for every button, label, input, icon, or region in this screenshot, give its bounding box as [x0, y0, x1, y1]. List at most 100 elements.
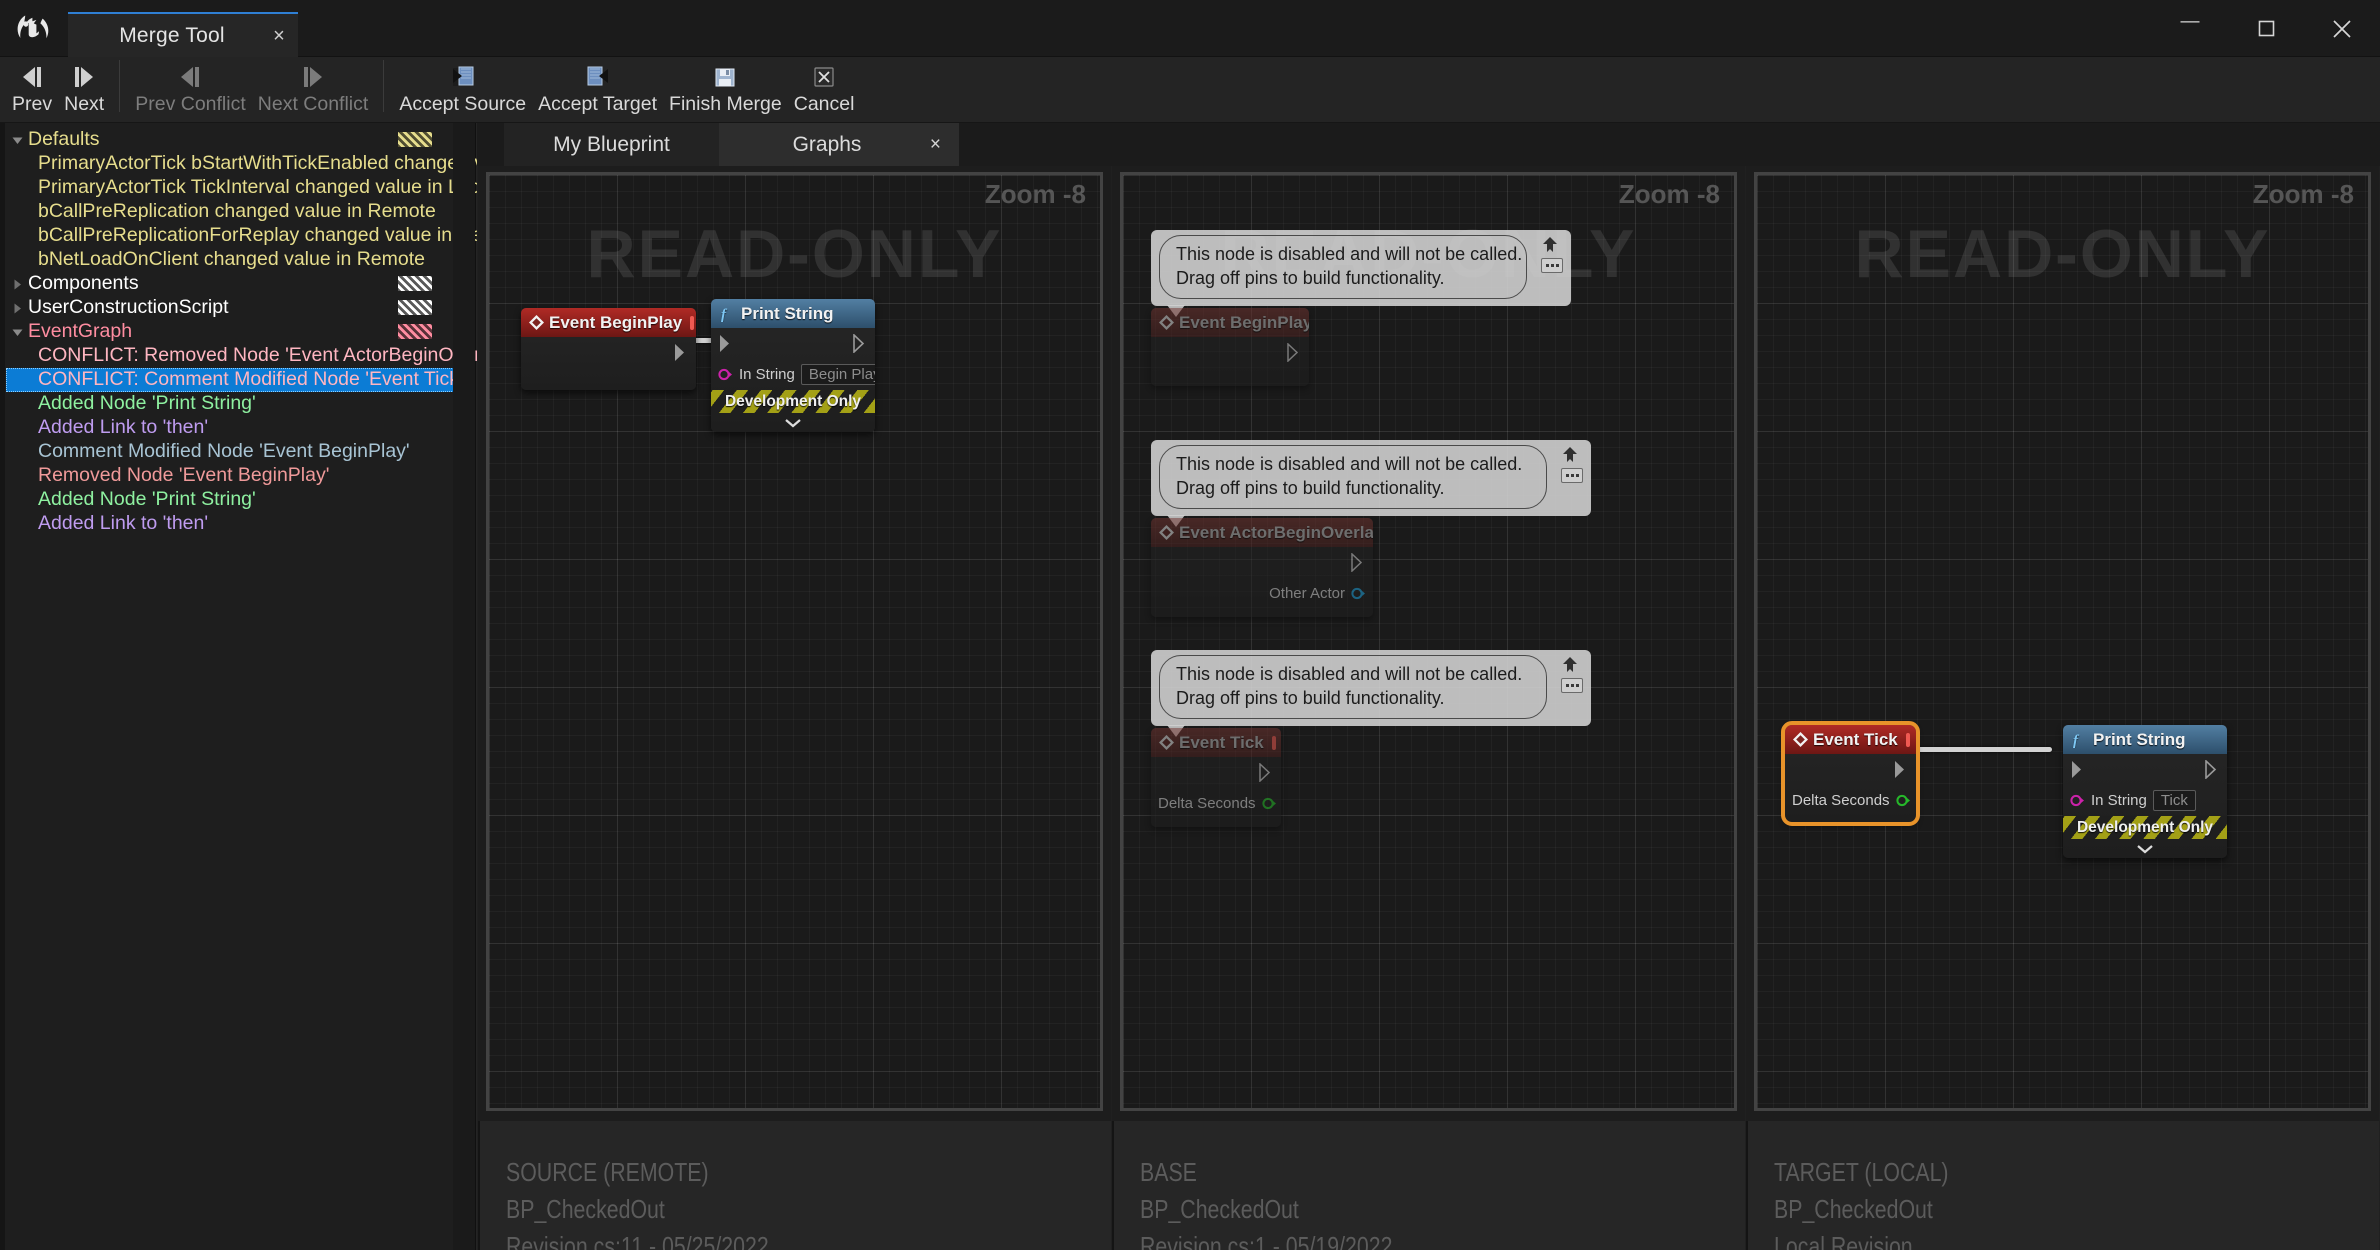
tree-row[interactable]: Defaults — [6, 128, 454, 152]
minimize-button[interactable]: — — [2152, 0, 2228, 50]
tree-row[interactable]: Added Link to 'then' — [6, 416, 454, 440]
tree-row[interactable]: Comment Modified Node 'Event BeginPlay' — [6, 440, 454, 464]
tree-row[interactable]: Added Node 'Print String' — [6, 392, 454, 416]
event-diamond-icon — [1792, 731, 1809, 748]
node-print-string[interactable]: f Print String — [2063, 725, 2227, 858]
prev-conflict-button[interactable]: Prev Conflict — [129, 57, 252, 123]
float-pin-icon[interactable] — [1261, 797, 1277, 810]
tab-my-blueprint[interactable]: My Blueprint — [504, 123, 719, 166]
pane-revision-label: Revision cs:11 - 05/25/2022 — [506, 1231, 769, 1250]
float-pin-icon[interactable] — [1895, 794, 1911, 807]
in-string-input[interactable]: Tick — [2152, 790, 2196, 811]
tree-row[interactable]: EventGraph — [6, 320, 454, 344]
tree-row-label: Added Node 'Print String' — [38, 392, 256, 415]
tree-scrollbar[interactable] — [453, 123, 475, 1250]
accept-source-button[interactable]: Accept Source — [393, 57, 532, 123]
node-print-string[interactable]: f Print String — [711, 299, 875, 432]
pin-bubble-icon[interactable] — [1557, 655, 1583, 675]
tree-row[interactable]: Added Node 'Print String' — [6, 488, 454, 512]
object-pin-icon[interactable] — [1351, 587, 1366, 600]
graph-canvas-source[interactable]: READ-ONLY Zoom -8 Event BeginPlay — [486, 172, 1103, 1111]
exec-out-pin[interactable] — [1893, 760, 1909, 779]
event-breakpoint-badge[interactable] — [690, 315, 695, 330]
graph-pane-source[interactable]: READ-ONLY Zoom -8 Event BeginPlay — [478, 166, 1111, 1121]
function-f-icon: f — [718, 305, 737, 322]
string-pin-icon[interactable] — [718, 368, 733, 381]
close-icon[interactable]: × — [260, 26, 298, 46]
tree-row[interactable]: bNetLoadOnClient changed value in Remote — [6, 248, 454, 272]
event-breakpoint-badge[interactable] — [1271, 735, 1276, 750]
other-actor-pin-group: Other Actor — [1269, 585, 1366, 602]
exec-out-pin[interactable] — [1258, 763, 1274, 782]
bubble-resize-handle-icon[interactable] — [1541, 258, 1563, 273]
node-title: Event BeginPlay — [549, 312, 683, 332]
tree-row-label: Components — [28, 272, 139, 295]
chevron-right-icon[interactable] — [6, 278, 28, 291]
bubble-line-1: This node is disabled and will not be ca… — [1176, 664, 1523, 684]
node-title: Event BeginPlay — [1179, 312, 1309, 332]
node-comment-bubble-tick[interactable]: This node is disabled and will not be ca… — [1151, 650, 1591, 737]
exec-out-pin[interactable] — [2204, 760, 2220, 779]
document-tab-merge-tool[interactable]: Merge Tool × — [68, 12, 298, 57]
exec-in-pin[interactable] — [718, 334, 734, 353]
tab-graphs[interactable]: Graphs × — [719, 123, 959, 166]
tree-row[interactable]: CONFLICT: Comment Modified Node 'Event T… — [6, 368, 463, 392]
node-event-actorbeginoverlap-disabled[interactable]: Event ActorBeginOverlap Other Actor — [1151, 518, 1373, 617]
exec-wire — [1902, 747, 2052, 752]
tree-row[interactable]: CONFLICT: Removed Node 'Event ActorBegin… — [6, 344, 510, 368]
event-breakpoint-badge[interactable] — [1905, 732, 1910, 747]
bubble-resize-handle-icon[interactable] — [1561, 678, 1583, 693]
node-comment-bubble-beginplay[interactable]: This node is disabled and will not be ca… — [1151, 230, 1571, 317]
close-icon[interactable]: × — [930, 135, 941, 154]
tree-row-label: EventGraph — [28, 320, 133, 343]
node-comment-bubble-actorbeginoverlap[interactable]: This node is disabled and will not be ca… — [1151, 440, 1591, 527]
tree-row[interactable]: PrimaryActorTick bStartWithTickEnabled c… — [6, 152, 615, 176]
chevron-down-icon[interactable] — [6, 326, 28, 339]
chevron-right-icon[interactable] — [6, 302, 28, 315]
exec-out-pin[interactable] — [1286, 343, 1302, 362]
exec-out-pin[interactable] — [673, 343, 689, 362]
node-event-tick-selected[interactable]: Event Tick Delta Seconds — [1781, 721, 1920, 826]
chevron-down-icon[interactable] — [6, 134, 28, 147]
accept-target-button[interactable]: Accept Target — [532, 57, 663, 123]
diff-status-badge — [398, 324, 432, 339]
graph-pane-target[interactable]: READ-ONLY Zoom -8 Event Tick — [1746, 166, 2379, 1121]
exec-out-pin[interactable] — [1350, 553, 1366, 572]
tree-row[interactable]: bCallPreReplicationForReplay changed val… — [6, 224, 526, 248]
close-window-button[interactable] — [2304, 0, 2380, 57]
tree-row[interactable]: Removed Node 'Event BeginPlay' — [6, 464, 454, 488]
tree-row[interactable]: UserConstructionScript — [6, 296, 454, 320]
node-body: Delta Seconds — [1151, 757, 1281, 827]
in-string-input[interactable]: Begin Play — [800, 364, 875, 385]
pin-bubble-icon[interactable] — [1557, 445, 1583, 465]
tree-row[interactable]: Added Link to 'then' — [6, 512, 454, 536]
tree-row[interactable]: PrimaryActorTick TickInterval changed va… — [6, 176, 495, 200]
expand-node-button[interactable] — [2063, 839, 2227, 858]
graph-canvas-target[interactable]: READ-ONLY Zoom -8 Event Tick — [1754, 172, 2371, 1111]
bubble-resize-handle-icon[interactable] — [1561, 468, 1583, 483]
exec-out-pin[interactable] — [852, 334, 868, 353]
graph-canvas-base[interactable]: READ-ONLY Zoom -8 This node is disabled … — [1120, 172, 1737, 1111]
cancel-button[interactable]: Cancel — [788, 57, 861, 123]
svg-text:f: f — [2073, 733, 2080, 748]
tree-row[interactable]: Components — [6, 272, 454, 296]
finish-merge-button[interactable]: Finish Merge — [663, 57, 788, 123]
pin-row — [521, 337, 696, 368]
expand-node-button[interactable] — [711, 413, 875, 432]
pin-row-other-actor: Other Actor — [1151, 578, 1373, 609]
next-conflict-button[interactable]: Next Conflict — [252, 57, 375, 123]
node-event-tick-disabled[interactable]: Event Tick Delta Seconds — [1151, 728, 1281, 827]
prev-button[interactable]: Prev — [6, 57, 58, 123]
maximize-button[interactable] — [2228, 0, 2304, 57]
tree-row[interactable]: bCallPreReplication changed value in Rem… — [6, 200, 454, 224]
diff-status-badge — [398, 300, 432, 315]
exec-in-pin[interactable] — [2070, 760, 2086, 779]
pin-bubble-icon[interactable] — [1537, 235, 1563, 255]
node-header: Event BeginPlay — [521, 308, 696, 337]
next-button[interactable]: Next — [58, 57, 110, 123]
node-event-beginplay-disabled[interactable]: Event BeginPlay — [1151, 308, 1309, 386]
string-pin-icon[interactable] — [2070, 794, 2085, 807]
graph-pane-base[interactable]: READ-ONLY Zoom -8 This node is disabled … — [1112, 166, 1745, 1121]
node-event-beginplay[interactable]: Event BeginPlay — [521, 308, 696, 390]
delta-seconds-pin-group: Delta Seconds — [1158, 795, 1277, 812]
